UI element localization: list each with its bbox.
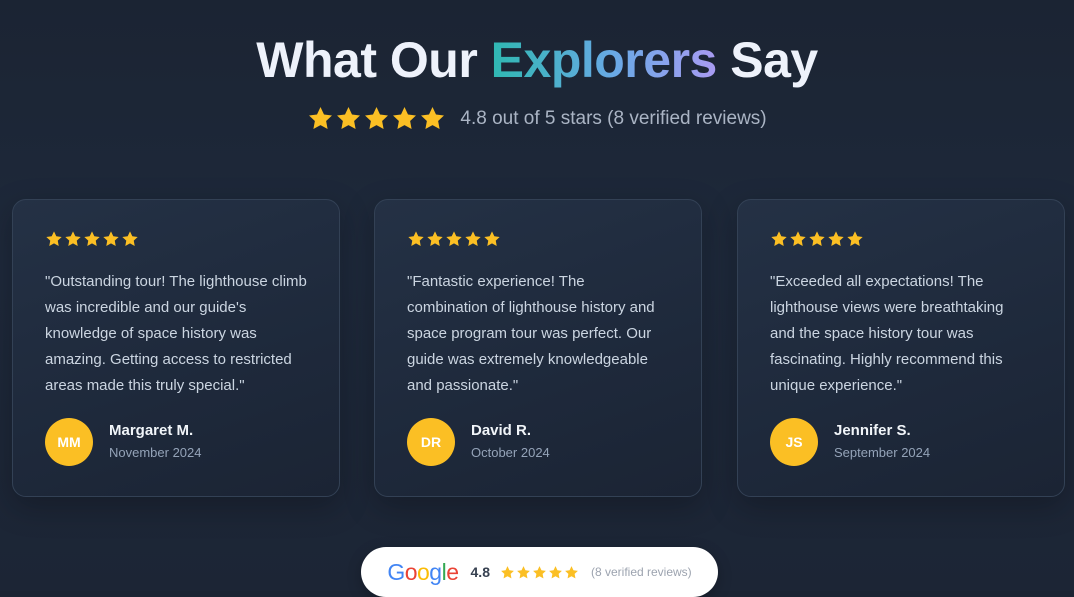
star-icon — [419, 105, 446, 132]
star-icon — [391, 105, 418, 132]
review-card: "Exceeded all expectations! The lighthou… — [737, 199, 1065, 497]
avatar: DR — [407, 418, 455, 466]
google-stars — [500, 565, 579, 580]
google-logo: Google — [387, 558, 459, 585]
google-rating: 4.8 — [470, 564, 490, 580]
star-icon — [770, 230, 788, 248]
star-icon — [45, 230, 63, 248]
author-name: Margaret M. — [109, 422, 194, 439]
star-icon — [846, 230, 864, 248]
star-icon — [516, 565, 531, 580]
review-stars — [407, 230, 501, 248]
review-card: "Fantastic experience! The combination o… — [374, 199, 702, 497]
review-author: DR David R. October 2024 — [407, 418, 550, 466]
star-icon — [307, 105, 334, 132]
review-author: JS Jennifer S. September 2024 — [770, 418, 930, 466]
avatar: MM — [45, 418, 93, 466]
star-icon — [426, 230, 444, 248]
author-name: David R. — [471, 422, 532, 439]
heading-accent: Explorers — [490, 32, 718, 88]
star-icon — [532, 565, 547, 580]
avatar: JS — [770, 418, 818, 466]
review-author: MM Margaret M. November 2024 — [45, 418, 202, 466]
review-date: October 2024 — [471, 445, 550, 460]
review-quote: "Fantastic experience! The combination o… — [407, 273, 655, 394]
author-name: Jennifer S. — [834, 422, 911, 439]
review-quote: "Outstanding tour! The lighthouse climb … — [45, 273, 307, 394]
google-reviews-badge[interactable]: Google 4.8 (8 verified reviews) — [361, 547, 718, 597]
review-stars — [45, 230, 139, 248]
google-review-count: (8 verified reviews) — [590, 565, 692, 579]
star-icon — [407, 230, 425, 248]
star-icon — [102, 230, 120, 248]
heading-suffix: Say — [716, 32, 818, 88]
summary-text: 4.8 out of 5 stars (8 verified reviews) — [460, 107, 767, 129]
review-card: "Outstanding tour! The lighthouse climb … — [12, 199, 340, 497]
review-date: September 2024 — [834, 445, 931, 460]
star-icon — [83, 230, 101, 248]
star-icon — [808, 230, 826, 248]
star-icon — [335, 105, 362, 132]
star-icon — [64, 230, 82, 248]
star-icon — [121, 230, 139, 248]
star-icon — [548, 565, 563, 580]
star-icon — [363, 105, 390, 132]
star-icon — [464, 230, 482, 248]
section-heading: What Our Explorers Say — [0, 30, 1074, 90]
star-icon — [500, 565, 515, 580]
review-date: November 2024 — [109, 445, 202, 460]
summary-stars — [307, 105, 446, 132]
star-icon — [827, 230, 845, 248]
star-icon — [564, 565, 579, 580]
star-icon — [445, 230, 463, 248]
review-stars — [770, 230, 864, 248]
rating-summary: 4.8 out of 5 stars (8 verified reviews) — [0, 105, 1074, 132]
star-icon — [789, 230, 807, 248]
review-quote: "Exceeded all expectations! The lighthou… — [770, 273, 1004, 394]
review-cards: "Outstanding tour! The lighthouse climb … — [12, 199, 1067, 499]
heading-prefix: What Our — [256, 32, 491, 88]
star-icon — [483, 230, 501, 248]
